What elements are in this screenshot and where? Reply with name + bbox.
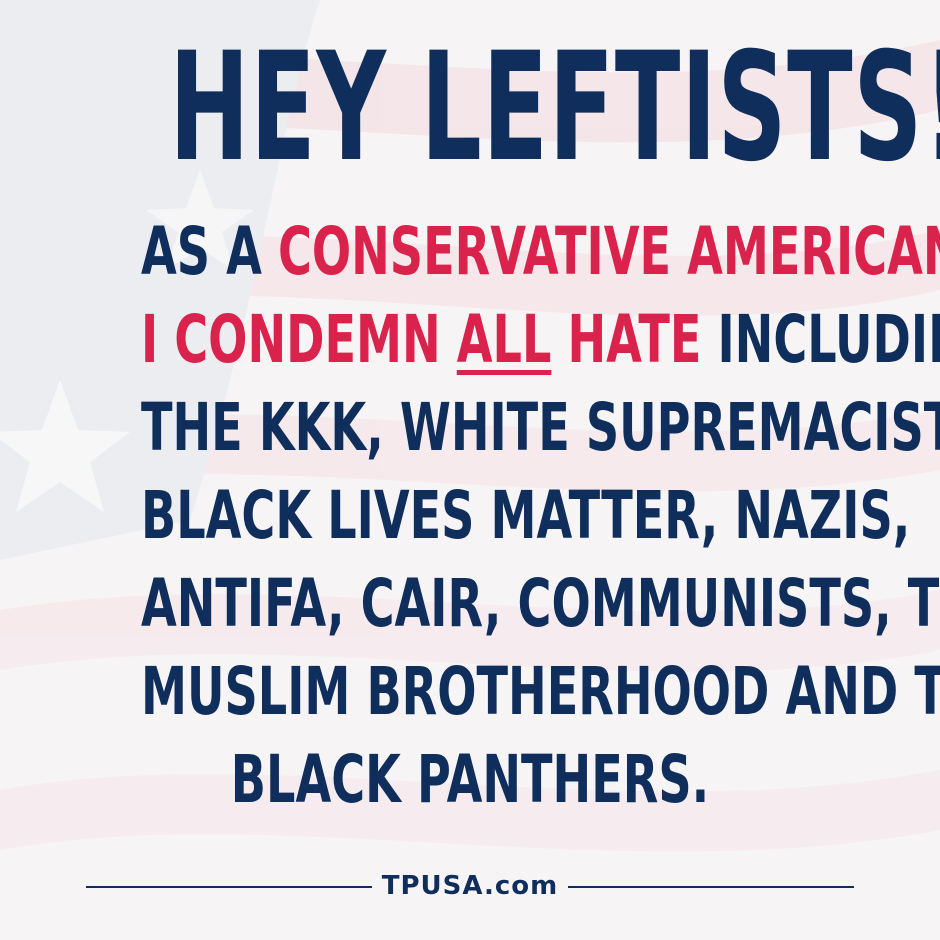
statement-line-5: ANTIFA, CAIR, COMMUNISTS, THE bbox=[141, 560, 940, 648]
text-segment: BLACK PANTHERS. bbox=[230, 741, 710, 818]
statement-line-1: AS A CONSERVATIVE AMERICAN bbox=[141, 208, 940, 296]
statement-text: AS A CONSERVATIVE AMERICAN I CONDEMN ALL… bbox=[0, 208, 940, 824]
poster-content: HEY LEFTISTS! AS A CONSERVATIVE AMERICAN… bbox=[0, 0, 940, 940]
text-segment: ANTIFA, CAIR, COMMUNISTS, THE bbox=[141, 565, 940, 642]
statement-line-2: I CONDEMN ALL HATE INCLUDING bbox=[141, 296, 940, 384]
text-segment: AS A bbox=[141, 213, 278, 290]
divider-left bbox=[86, 886, 372, 888]
text-segment: BLACK LIVES MATTER, NAZIS, bbox=[141, 477, 911, 554]
text-segment-highlight: I CONDEMN bbox=[141, 301, 457, 378]
text-segment: INCLUDING bbox=[717, 301, 940, 378]
website-label: TPUSA.com bbox=[381, 871, 559, 901]
text-segment: THE KKK, WHITE SUPREMACISTS, bbox=[141, 389, 940, 466]
statement-line-4: BLACK LIVES MATTER, NAZIS, bbox=[141, 472, 910, 560]
divider-right bbox=[568, 886, 854, 888]
text-segment-highlight: HATE bbox=[551, 301, 702, 378]
statement-line-7: BLACK PANTHERS. bbox=[141, 736, 799, 824]
underlined-word: ALL bbox=[456, 301, 552, 378]
text-segment: MUSLIM BROTHERHOOD AND THE bbox=[141, 653, 940, 730]
footer: TPUSA.com bbox=[0, 866, 940, 906]
text-segment-highlight: CONSERVATIVE AMERICAN bbox=[277, 213, 940, 290]
poster: HEY LEFTISTS! AS A CONSERVATIVE AMERICAN… bbox=[0, 0, 940, 940]
statement-line-6: MUSLIM BROTHERHOOD AND THE bbox=[141, 648, 940, 736]
headline: HEY LEFTISTS! bbox=[169, 21, 940, 195]
statement-line-3: THE KKK, WHITE SUPREMACISTS, bbox=[141, 384, 940, 472]
